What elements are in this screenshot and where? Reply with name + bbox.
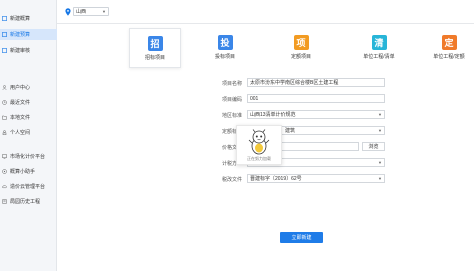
project-type-tabs: 招 招标项目 投 投标项目 项 定额项目 清 单位工程/清单 定 单位工程/定额 [57, 28, 474, 68]
sidebar-item-market-pricing[interactable]: 市场化计价平台 [0, 151, 57, 162]
doc-icon [2, 48, 7, 53]
project-code-label: 项目编码 [222, 97, 243, 103]
chevron-down-icon: ▼ [378, 160, 382, 165]
sidebar-item-new-budget[interactable]: 新建预算 [0, 29, 57, 40]
folder-icon [2, 115, 7, 120]
sidebar-item-label: 市场化计价平台 [10, 154, 46, 160]
tab-label: 单位工程/清单 [363, 54, 395, 60]
tender-doc-icon: 招 [147, 36, 163, 51]
create-now-button[interactable]: 立即新建 [280, 232, 323, 243]
tab-tender-project[interactable]: 招 招标项目 [129, 28, 181, 68]
tab-label: 招标项目 [144, 55, 165, 61]
sidebar: 新建概算 新建预算 新建审核 用户中心 最近文件 本地文件 个人空间 市场化计价… [0, 0, 57, 271]
sidebar-item-label: 新建预算 [10, 32, 31, 38]
tab-quota-project[interactable]: 项 定额项目 [275, 28, 327, 68]
sidebar-item-history-projects[interactable]: 局园历史工程 [0, 196, 57, 207]
sidebar-item-cost-cloud[interactable]: 造价云管理平台 [0, 181, 57, 192]
mascot-icon [248, 128, 270, 154]
tab-unit-bill[interactable]: 清 单位工程/清单 [353, 28, 405, 68]
region-standard-label: 地区标准 [222, 113, 243, 119]
chevron-down-icon: ▼ [378, 112, 382, 117]
doc-icon [2, 32, 7, 37]
sidebar-item-local-files[interactable]: 本地文件 [0, 112, 57, 123]
location-selector: 山西 ▼ [65, 7, 109, 16]
sidebar-item-new-audit[interactable]: 新建审核 [0, 45, 57, 56]
location-value: 山西 [76, 9, 87, 15]
tab-bid-project[interactable]: 投 投标项目 [199, 28, 251, 68]
tab-unit-quota[interactable]: 定 单位工程/定额 [423, 28, 474, 68]
sidebar-item-label: 本地文件 [10, 115, 31, 121]
monitor-icon [2, 154, 7, 159]
sidebar-item-label: 用户中心 [10, 85, 31, 91]
region-standard-select[interactable]: 山西13清单计价规范 ▼ [247, 110, 385, 119]
tab-label: 定额项目 [290, 54, 311, 60]
helper-icon [2, 169, 7, 174]
sidebar-item-personal-space[interactable]: 个人空间 [0, 127, 57, 138]
tax-policy-value: 晋建标字〔2019〕62号 [250, 176, 302, 182]
sidebar-item-label: 新建审核 [10, 48, 31, 54]
project-name-value: 太原市汾东中学南区综合楼B区土建工程 [250, 80, 339, 86]
sidebar-item-label: 局园历史工程 [10, 199, 41, 205]
app-window: 新建概算 新建预算 新建审核 用户中心 最近文件 本地文件 个人空间 市场化计价… [0, 0, 474, 271]
chevron-down-icon: ▼ [378, 128, 382, 133]
location-pin-icon [65, 7, 71, 16]
sidebar-item-new-estimate[interactable]: 新建概算 [0, 13, 57, 24]
sidebar-item-label: 概算小助手 [10, 169, 36, 175]
sidebar-item-estimate-helper[interactable]: 概算小助手 [0, 166, 57, 177]
quota-standard-value: 建筑 [285, 128, 296, 134]
loading-overlay: 正在努力加载 [236, 125, 282, 165]
tax-policy-select[interactable]: 晋建标字〔2019〕62号 ▼ [247, 174, 385, 183]
loading-text: 正在努力加载 [247, 155, 271, 161]
clock-icon [2, 100, 7, 105]
project-code-value: 001 [250, 95, 259, 102]
sidebar-item-label: 造价云管理平台 [10, 184, 46, 190]
browse-button[interactable]: 浏览 [362, 142, 385, 151]
project-name-input[interactable]: 太原市汾东中学南区综合楼B区土建工程 [247, 78, 385, 87]
history-icon [2, 199, 7, 204]
chevron-down-icon: ▼ [102, 9, 106, 14]
tax-policy-label: 税改文件 [222, 177, 243, 183]
unit-quota-doc-icon: 定 [441, 35, 457, 50]
tab-label: 投标项目 [214, 54, 235, 60]
sidebar-item-label: 新建概算 [10, 16, 31, 22]
sidebar-item-label: 最近文件 [10, 100, 31, 106]
location-dropdown[interactable]: 山西 ▼ [73, 7, 109, 16]
cloud-icon [2, 184, 7, 189]
project-code-input[interactable]: 001 [247, 94, 385, 103]
doc-icon [2, 16, 7, 21]
tab-label: 单位工程/定额 [433, 54, 465, 60]
sidebar-item-recent-files[interactable]: 最近文件 [0, 97, 57, 108]
bid-doc-icon: 投 [217, 35, 233, 50]
region-standard-value: 山西13清单计价规范 [250, 112, 296, 118]
chevron-down-icon: ▼ [378, 176, 382, 181]
project-name-label: 项目名称 [222, 81, 243, 87]
person-icon [2, 130, 7, 135]
user-icon [2, 85, 7, 90]
quota-doc-icon: 项 [293, 35, 309, 50]
sidebar-item-label: 个人空间 [10, 130, 31, 136]
top-bar: 山西 ▼ [57, 0, 474, 24]
sidebar-item-user-center[interactable]: 用户中心 [0, 82, 57, 93]
bill-doc-icon: 清 [371, 35, 387, 50]
